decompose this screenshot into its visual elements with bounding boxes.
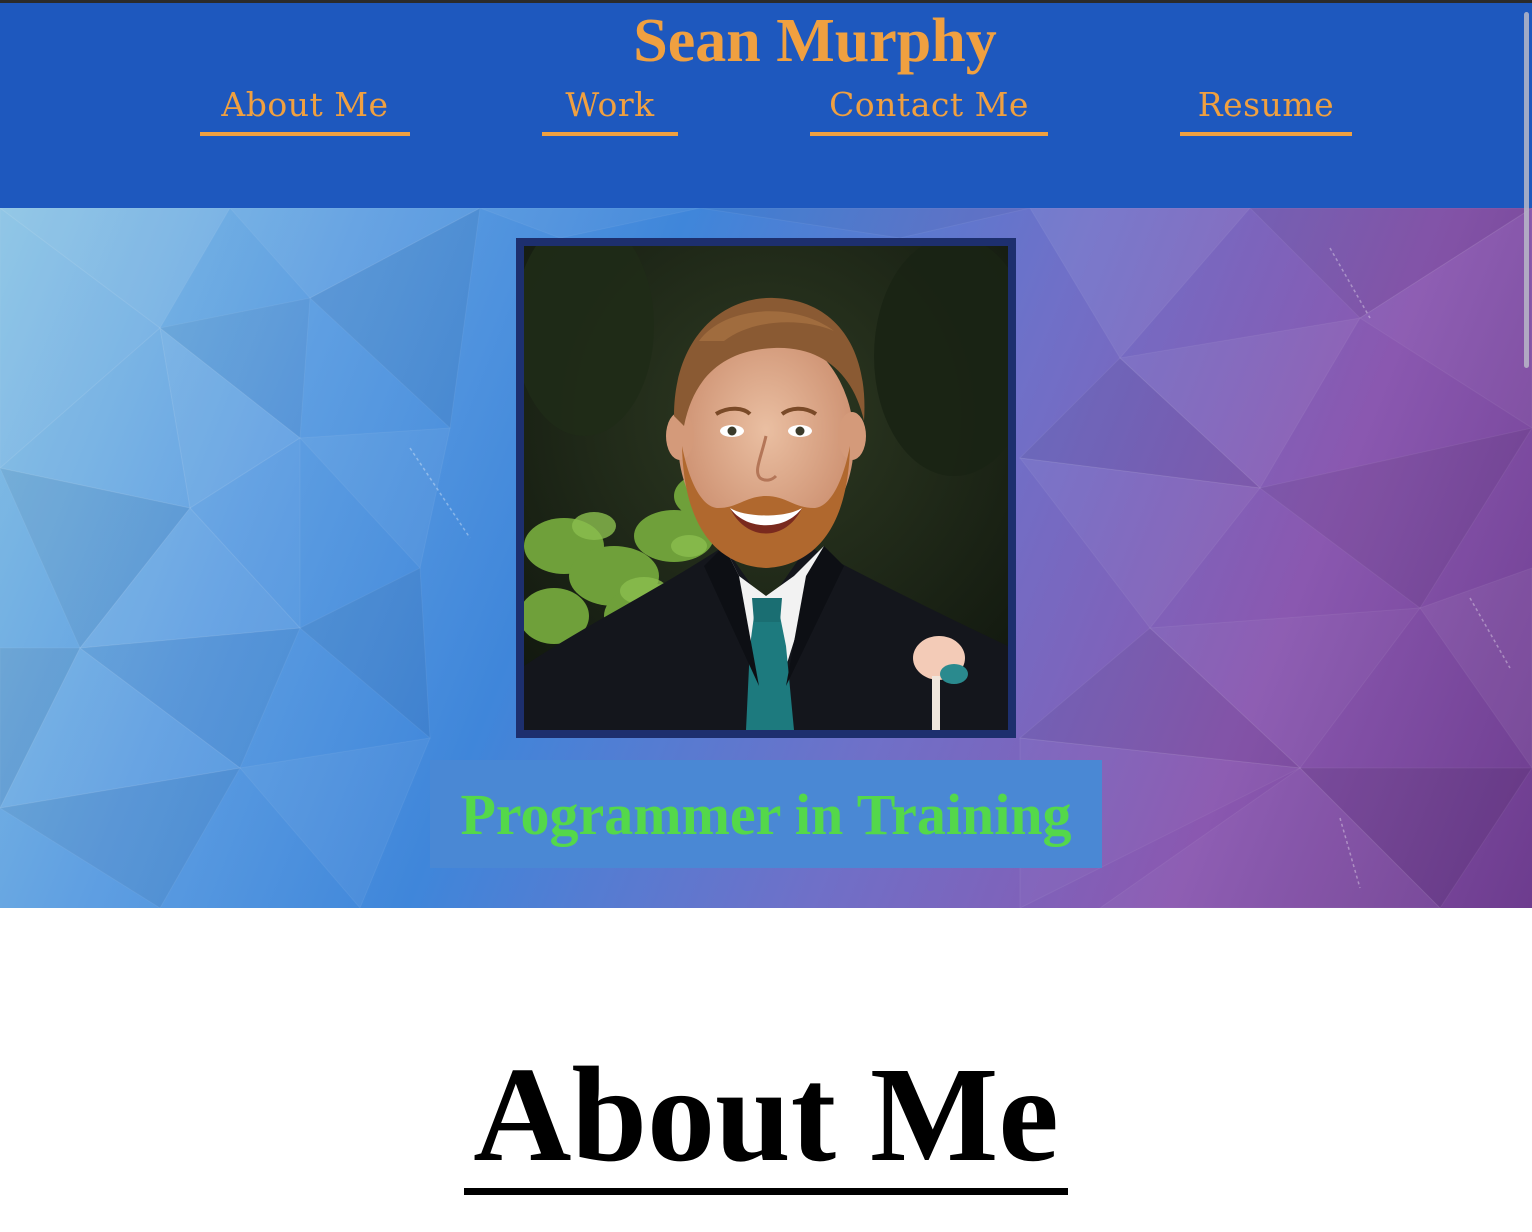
about-me-heading: About Me bbox=[473, 1040, 1059, 1190]
nav-link-about-me[interactable]: About Me bbox=[200, 82, 410, 136]
nav-link-contact-me[interactable]: Contact Me bbox=[810, 82, 1048, 136]
site-header: Sean Murphy About Me Work Contact Me Res… bbox=[0, 3, 1532, 208]
profile-photo-frame bbox=[516, 238, 1016, 738]
nav-link-work[interactable]: Work bbox=[542, 82, 678, 136]
page-scrollbar[interactable] bbox=[1524, 12, 1529, 368]
hero-section: Programmer in Training bbox=[0, 208, 1532, 908]
about-me-underline bbox=[464, 1188, 1068, 1195]
profile-photo bbox=[524, 246, 1008, 730]
tagline-box: Programmer in Training bbox=[430, 760, 1102, 868]
site-title[interactable]: Sean Murphy bbox=[49, 5, 1532, 77]
nav-link-resume[interactable]: Resume bbox=[1180, 82, 1352, 136]
tagline: Programmer in Training bbox=[460, 781, 1072, 847]
